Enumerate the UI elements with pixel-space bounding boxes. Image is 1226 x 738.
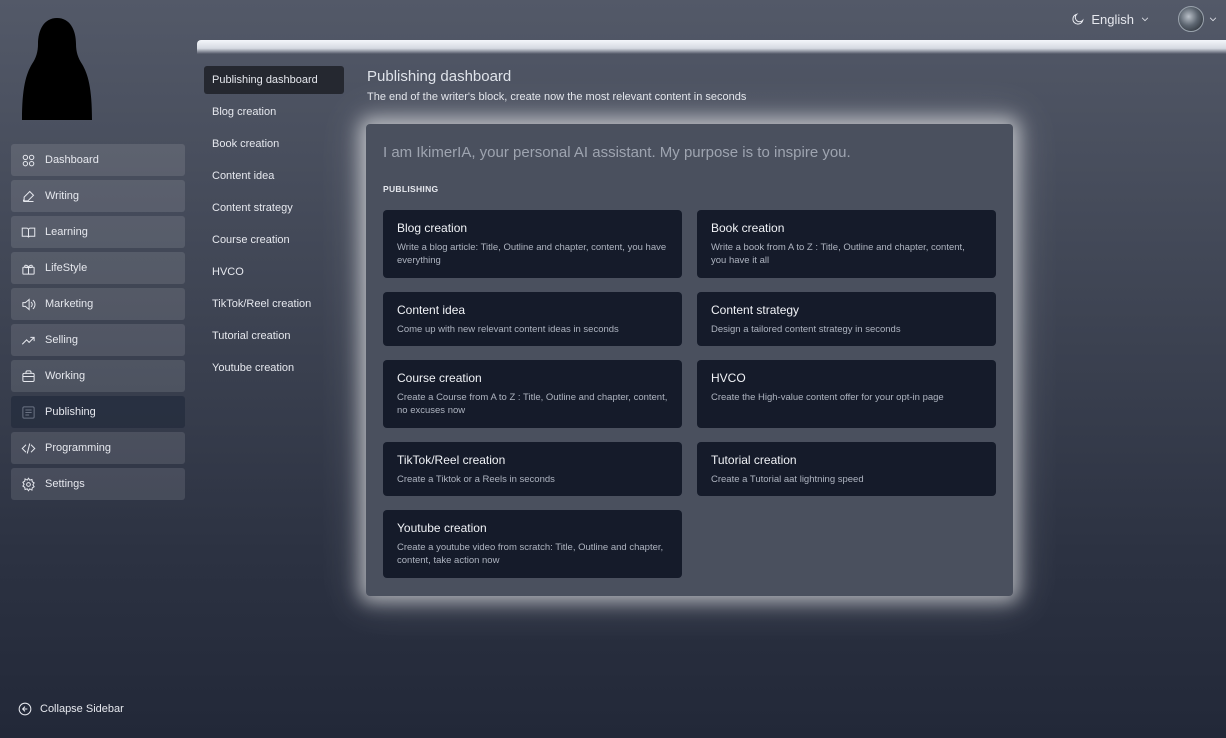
sidebar-item-programming[interactable]: Programming: [11, 432, 185, 464]
card-tutorial-creation[interactable]: Tutorial creation Create a Tutorial aat …: [697, 442, 996, 496]
assistant-intro: I am IkimerIA, your personal AI assistan…: [383, 144, 851, 161]
card-description: Create a Tutorial aat lightning speed: [711, 474, 864, 485]
language-label: English: [1091, 11, 1134, 27]
sparkle-icon: [22, 264, 35, 275]
language-selector[interactable]: English: [1071, 12, 1150, 27]
sidebar-item-label: Writing: [45, 190, 80, 202]
card-blog-creation[interactable]: Blog creation Write a blog article: Titl…: [383, 210, 682, 278]
sidebar-item-lifestyle[interactable]: LifeStyle: [11, 252, 185, 284]
card-title: Youtube creation: [397, 521, 487, 535]
sidebar-item-learning[interactable]: Learning: [11, 216, 185, 248]
edit-icon: [23, 190, 35, 202]
sidebar-item-settings[interactable]: Settings: [11, 468, 185, 500]
section-label: PUBLISHING: [383, 184, 439, 194]
card-title: Content strategy: [711, 303, 800, 317]
card-description: Write a book from A to Z : Title, Outlin…: [711, 242, 965, 266]
sidebar-item-label: Learning: [45, 226, 88, 238]
sidebar-item-working[interactable]: Working: [11, 360, 185, 392]
sidebar: Dashboard Writing Learning LifeStyle Mar…: [0, 0, 196, 738]
submenu-item-content-idea[interactable]: Content idea: [204, 162, 344, 190]
code-icon: [21, 442, 36, 454]
submenu-item-hvco[interactable]: HVCO: [204, 258, 344, 286]
card-description: Create the High-value content offer for …: [711, 392, 944, 403]
submenu-item-course-creation[interactable]: Course creation: [204, 226, 344, 254]
sidebar-item-dashboard[interactable]: Dashboard: [11, 144, 185, 176]
sidebar-item-label: Dashboard: [45, 154, 99, 166]
card-title: HVCO: [711, 371, 746, 385]
card-hvco[interactable]: HVCO Create the High-value content offer…: [697, 360, 996, 428]
gear-icon: [22, 476, 35, 492]
collapse-sidebar-button[interactable]: Collapse Sidebar: [18, 702, 124, 716]
sidebar-item-label: Marketing: [45, 298, 94, 310]
submenu-item-youtube-creation[interactable]: Youtube creation: [204, 354, 344, 382]
card-course-creation[interactable]: Course creation Create a Course from A t…: [383, 360, 682, 428]
user-menu[interactable]: [1178, 6, 1218, 32]
newspaper-icon: [22, 405, 35, 419]
sidebar-item-label: Programming: [45, 442, 112, 454]
chevron-down-icon: [1209, 17, 1217, 22]
publishing-submenu: Publishing dashboard Blog creation Book …: [204, 66, 344, 382]
sidebar-item-label: LifeStyle: [45, 262, 88, 274]
chevron-down-icon: [1141, 17, 1149, 22]
card-content-strategy[interactable]: Content strategy Design a tailored conte…: [697, 292, 996, 346]
card-description: Design a tailored content strategy in se…: [711, 324, 901, 335]
sidebar-item-selling[interactable]: Selling: [11, 324, 185, 356]
submenu-item-blog-creation[interactable]: Blog creation: [204, 98, 344, 126]
page-subtitle: The end of the writer's block, create no…: [367, 91, 747, 103]
sidebar-item-label: Working: [45, 370, 86, 382]
card-title: TikTok/Reel creation: [397, 453, 506, 467]
card-title: Blog creation: [397, 221, 468, 235]
arrow-left-circle-icon: [18, 702, 32, 716]
trend-icon: [21, 336, 35, 345]
card-content-idea[interactable]: Content idea Come up with new relevant c…: [383, 292, 682, 346]
grid-icon: [22, 154, 35, 166]
page-title: Publishing dashboard: [367, 68, 512, 85]
sidebar-item-label: Settings: [45, 478, 85, 490]
sidebar-item-publishing[interactable]: Publishing: [11, 396, 185, 428]
briefcase-icon: [22, 369, 35, 382]
header-glow-strip: [197, 40, 1226, 54]
card-description: Create a youtube video from scratch: Tit…: [397, 542, 664, 566]
submenu-item-content-strategy[interactable]: Content strategy: [204, 194, 344, 222]
card-title: Course creation: [397, 371, 482, 385]
publishing-panel: I am IkimerIA, your personal AI assistan…: [366, 124, 1013, 596]
card-tiktok-reel-creation[interactable]: TikTok/Reel creation Create a Tiktok or …: [383, 442, 682, 496]
card-title: Tutorial creation: [711, 453, 797, 467]
sidebar-item-label: Publishing: [45, 406, 96, 418]
sidebar-item-writing[interactable]: Writing: [11, 180, 185, 212]
submenu-item-tutorial-creation[interactable]: Tutorial creation: [204, 322, 344, 350]
top-bar: English: [1071, 0, 1226, 38]
submenu-item-tiktok-reel-creation[interactable]: TikTok/Reel creation: [204, 290, 344, 318]
submenu-item-book-creation[interactable]: Book creation: [204, 130, 344, 158]
card-description: Write a blog article: Title, Outline and…: [397, 242, 667, 266]
sidebar-nav: Dashboard Writing Learning LifeStyle Mar…: [11, 144, 185, 500]
hooded-figure-logo: [22, 18, 92, 120]
card-youtube-creation[interactable]: Youtube creation Create a youtube video …: [383, 510, 682, 578]
card-description: Come up with new relevant content ideas …: [397, 324, 619, 335]
collapse-sidebar-label: Collapse Sidebar: [40, 703, 124, 715]
card-description: Create a Course from A to Z : Title, Out…: [397, 392, 668, 416]
moon-icon[interactable]: [1071, 12, 1085, 26]
book-icon: [21, 227, 36, 238]
user-avatar[interactable]: [1178, 6, 1204, 32]
card-description: Create a Tiktok or a Reels in seconds: [397, 474, 555, 485]
sidebar-item-label: Selling: [45, 334, 79, 346]
card-title: Book creation: [711, 221, 785, 235]
submenu-item-publishing-dashboard[interactable]: Publishing dashboard: [204, 66, 344, 94]
card-book-creation[interactable]: Book creation Write a book from A to Z :…: [697, 210, 996, 278]
sidebar-item-marketing[interactable]: Marketing: [11, 288, 185, 320]
card-title: Content idea: [397, 303, 466, 317]
megaphone-icon: [22, 297, 36, 311]
